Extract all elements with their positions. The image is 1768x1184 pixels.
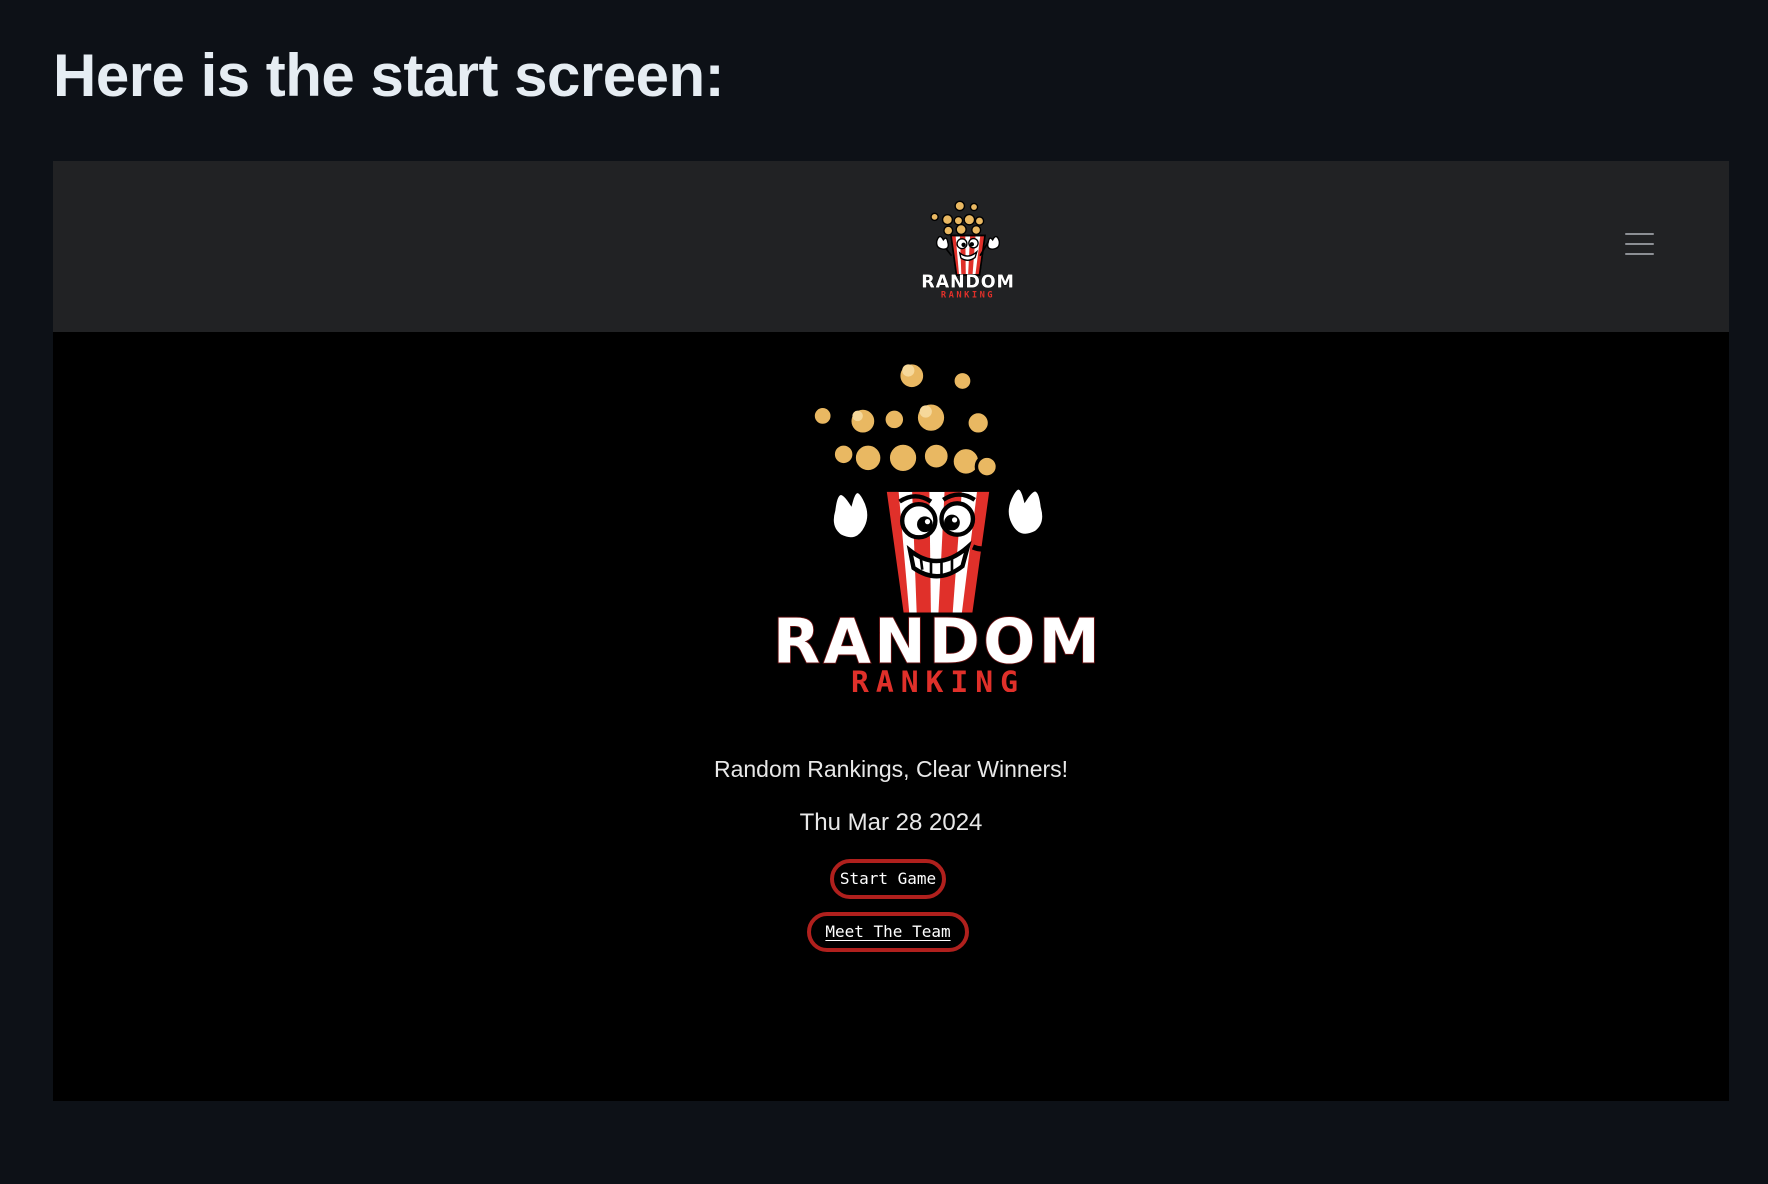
current-date: Thu Mar 28 2024	[799, 809, 983, 836]
app-screenshot-frame: RANDOM RANKING RANDOM RANKING Random Ran…	[53, 161, 1729, 1101]
meet-the-team-button[interactable]: Meet The Team	[807, 912, 969, 952]
nav-logo-title: RANDOM	[921, 273, 1014, 293]
nav-logo-subtitle: RANKING	[941, 290, 995, 299]
tagline: Random Rankings, Clear Winners!	[713, 756, 1069, 782]
page-heading: Here is the start screen:	[53, 42, 725, 109]
top-navbar: RANDOM RANKING	[53, 161, 1729, 332]
popcorn-mascot-icon	[811, 360, 1047, 618]
popcorn-mascot-icon	[930, 200, 1001, 276]
menu-toggle-button[interactable]	[1611, 219, 1667, 269]
hero-logo: RANDOM RANKING	[772, 360, 1100, 692]
nav-logo[interactable]: RANDOM RANKING	[918, 195, 1018, 299]
hero-logo-subtitle: RANKING	[851, 665, 1025, 692]
start-game-button[interactable]: Start Game	[830, 859, 946, 899]
